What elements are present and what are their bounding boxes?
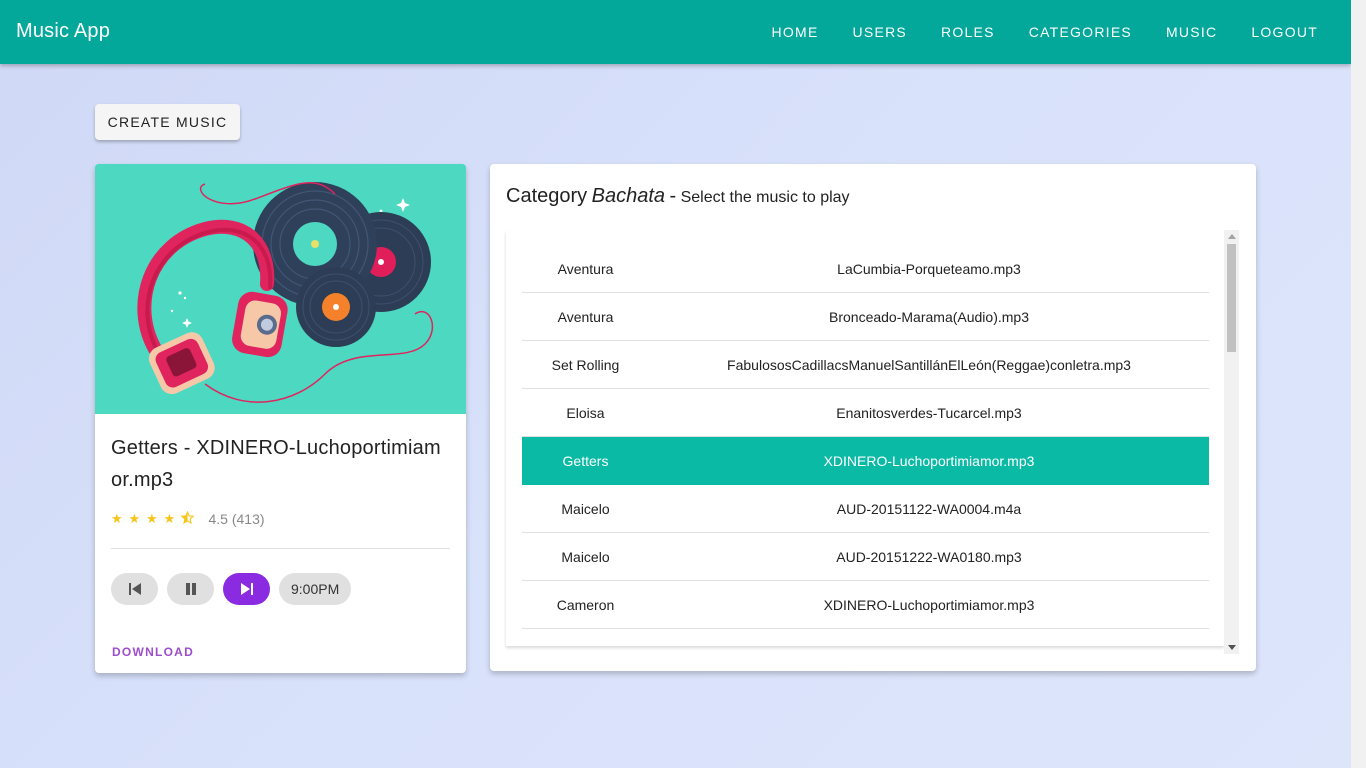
nav-music[interactable]: MUSIC bbox=[1149, 14, 1234, 50]
list-item[interactable]: Eloisa Enanitosverdes-Tucarcel.mp3 bbox=[522, 389, 1209, 437]
list-item[interactable]: Aventura Bronceado-Marama(Audio).mp3 bbox=[522, 293, 1209, 341]
list-item[interactable]: Aventura LaCumbia-Porqueteamo.mp3 bbox=[522, 245, 1209, 293]
create-music-button[interactable]: CREATE MUSIC bbox=[95, 104, 240, 140]
nav-users[interactable]: USERS bbox=[836, 14, 924, 50]
divider bbox=[111, 548, 450, 549]
list-scrollbar[interactable] bbox=[1224, 230, 1239, 654]
heading-subtitle: Select the music to play bbox=[680, 189, 850, 206]
nav-categories[interactable]: CATEGORIES bbox=[1012, 14, 1149, 50]
scroll-thumb[interactable] bbox=[1227, 244, 1236, 352]
next-button[interactable] bbox=[223, 573, 270, 605]
star-icon[interactable]: ★ bbox=[129, 511, 147, 527]
player-card: Getters - XDINERO-Luchoportimiamor.mp3 ★… bbox=[95, 164, 466, 673]
heading-prefix: Category bbox=[506, 185, 588, 207]
nav-home[interactable]: HOME bbox=[755, 14, 836, 50]
page-scrollbar[interactable] bbox=[1351, 0, 1366, 768]
artist-name: Cameron bbox=[556, 597, 615, 613]
file-name: LaCumbia-Porqueteamo.mp3 bbox=[837, 261, 1021, 277]
music-list-card: Category Bachata - Select the music to p… bbox=[490, 164, 1256, 671]
file-name: XDINERO-Luchoportimiamor.mp3 bbox=[823, 453, 1035, 469]
artist-name: Getters bbox=[562, 453, 609, 469]
time-chip[interactable]: 9:00PM bbox=[279, 573, 352, 605]
artist-name: Eloisa bbox=[566, 405, 605, 421]
headphones-vinyl-illustration bbox=[95, 164, 466, 414]
pause-icon bbox=[185, 583, 196, 595]
app-title: Music App bbox=[16, 20, 111, 42]
file-name: FabulososCadillacsManuelSantillánElLeón(… bbox=[727, 357, 1131, 373]
artist-name: Set Rolling bbox=[551, 357, 620, 373]
album-cover-image bbox=[95, 164, 466, 414]
file-name: Bronceado-Marama(Audio).mp3 bbox=[829, 309, 1029, 325]
artist-name: Maicelo bbox=[561, 549, 610, 565]
scroll-up-arrow-icon[interactable] bbox=[1228, 234, 1236, 239]
list-heading: Category Bachata - Select the music to p… bbox=[506, 185, 850, 208]
file-name: XDINERO-Luchoportimiamor.mp3 bbox=[823, 597, 1035, 613]
file-name: AUD-20151122-WA0004.m4a bbox=[836, 501, 1022, 517]
player-controls: 9:00PM bbox=[111, 573, 352, 605]
star-half-icon[interactable] bbox=[180, 510, 199, 527]
artist-name: Aventura bbox=[557, 261, 614, 277]
list-item[interactable]: Cameron XDINERO-Luchoportimiamor.mp3 bbox=[522, 581, 1209, 629]
pause-button[interactable] bbox=[167, 573, 214, 605]
artist-name: Maicelo bbox=[561, 501, 610, 517]
app-bar: Music App HOME USERS ROLES CATEGORIES MU… bbox=[0, 0, 1351, 64]
skip-next-icon bbox=[240, 583, 253, 595]
list-item-selected[interactable]: Getters XDINERO-Luchoportimiamor.mp3 bbox=[522, 437, 1209, 485]
song-title: Getters - XDINERO-Luchoportimiamor.mp3 bbox=[111, 437, 441, 491]
nav-logout[interactable]: LOGOUT bbox=[1234, 14, 1335, 50]
rating: ★ ★ ★ ★ 4.5 (413) bbox=[111, 510, 265, 527]
list-item[interactable]: Maicelo AUD-20151222-WA0180.mp3 bbox=[522, 533, 1209, 581]
list-item[interactable]: Set Rolling FabulososCadillacsManuelSant… bbox=[522, 341, 1209, 389]
download-button[interactable]: DOWNLOAD bbox=[112, 645, 194, 659]
file-name: AUD-20151222-WA0180.mp3 bbox=[836, 549, 1022, 565]
rating-text: 4.5 (413) bbox=[208, 511, 265, 527]
file-name: Enanitosverdes-Tucarcel.mp3 bbox=[836, 405, 1022, 421]
heading-dash: - bbox=[669, 185, 677, 207]
skip-previous-icon bbox=[128, 583, 141, 595]
scroll-down-arrow-icon[interactable] bbox=[1228, 645, 1236, 650]
music-list: Aventura LaCumbia-Porqueteamo.mp3 Aventu… bbox=[506, 230, 1224, 646]
star-icon[interactable]: ★ bbox=[164, 511, 182, 527]
star-icon[interactable]: ★ bbox=[146, 511, 164, 527]
star-icon[interactable]: ★ bbox=[111, 511, 129, 527]
previous-button[interactable] bbox=[111, 573, 158, 605]
category-name: Bachata bbox=[591, 185, 665, 207]
nav-roles[interactable]: ROLES bbox=[924, 14, 1012, 50]
artist-name: Aventura bbox=[557, 309, 614, 325]
list-item[interactable]: Maicelo AUD-20151122-WA0004.m4a bbox=[522, 485, 1209, 533]
nav-menu: HOME USERS ROLES CATEGORIES MUSIC LOGOUT bbox=[755, 0, 1335, 64]
